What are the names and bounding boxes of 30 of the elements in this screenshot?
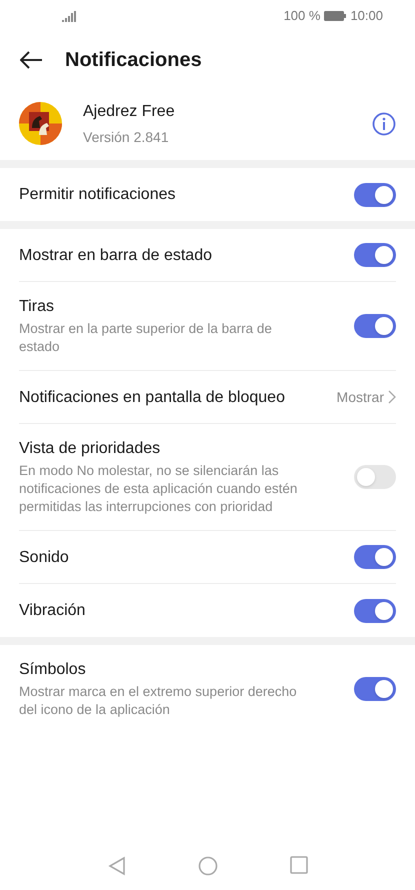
app-name: Ajedrez Free: [83, 102, 176, 122]
setting-title: Notificaciones en pantalla de bloqueo: [19, 388, 286, 408]
toggle-switch[interactable]: [354, 314, 396, 338]
toggle-switch[interactable]: [354, 243, 396, 267]
setting-title: Vista de prioridades: [19, 439, 162, 459]
setting-title: Sonido: [19, 548, 70, 568]
app-icon: [19, 102, 62, 145]
setting-title: Tiras: [19, 297, 55, 317]
page-title: Notificaciones: [65, 48, 202, 72]
clock: 10:00: [350, 7, 383, 26]
setting-description: Mostrar marca en el extremo superior derecho del icono de la aplicación: [19, 683, 298, 719]
toggle-switch[interactable]: [354, 677, 396, 701]
toggle-switch[interactable]: [354, 598, 396, 622]
chevron-right-icon: [388, 390, 396, 404]
toggle-switch[interactable]: [354, 465, 396, 489]
setting-title: Permitir notificaciones: [19, 185, 176, 205]
toggle-switch[interactable]: [354, 545, 396, 569]
setting-title: Símbolos: [19, 660, 87, 680]
signal-icon: [62, 10, 76, 22]
setting-value: Mostrar: [336, 388, 384, 406]
setting-description: En modo No molestar, no se silenciarán las notificaciones de esta aplicación cuando estén permitidas las interrupciones con prioridad: [19, 462, 298, 516]
battery-icon: [324, 11, 346, 21]
setting-title: Vibración: [19, 601, 86, 621]
toggle-switch[interactable]: [354, 182, 396, 206]
setting-description: Mostrar en la parte superior de la barra de estado: [19, 320, 273, 356]
battery-percent: 100 %: [284, 7, 320, 26]
back-arrow-icon[interactable]: [20, 50, 43, 68]
setting-title: Mostrar en barra de estado: [19, 246, 213, 266]
app-version: Versión 2.841: [83, 128, 170, 146]
info-icon[interactable]: [372, 112, 396, 136]
